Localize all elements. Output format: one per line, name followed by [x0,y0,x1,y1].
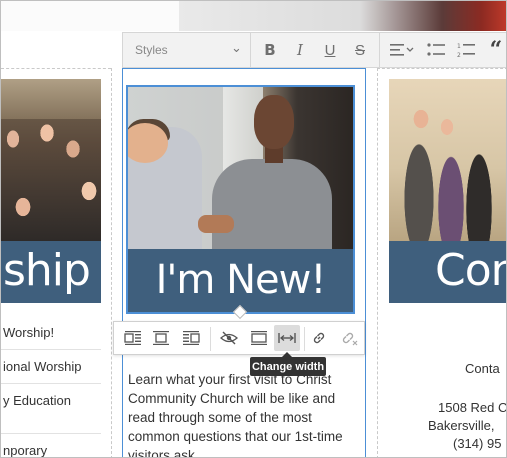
menu-divider [1,433,101,434]
menu-divider [1,383,101,384]
column-guide-left [111,68,112,457]
italic-icon: I [297,41,303,59]
unlink-icon [342,332,358,346]
hero-background [1,1,179,31]
menu-item-traditional-worship[interactable]: ional Worship [3,359,82,374]
change-width-tooltip: Change width [250,357,326,376]
phone-line: (314) 95 [453,436,502,451]
numbered-list-icon: 1 2 [457,43,475,58]
bulleted-list-button[interactable] [421,33,451,67]
toolbar-divider [379,33,380,67]
svg-text:2: 2 [457,52,461,58]
worship-banner: ship [1,241,101,303]
bold-button[interactable]: B [255,33,285,67]
image-toolbar [113,321,365,355]
hide-image-button[interactable] [216,325,242,351]
column-guide-top-right [377,68,506,69]
styles-dropdown-label: Styles [135,43,168,57]
image-align-right-icon [183,331,200,345]
menu-divider [1,349,101,350]
image-toolbar-divider [304,327,305,351]
link-button[interactable] [306,325,332,351]
body-paragraph[interactable]: Learn what your first visit to Christ Co… [128,370,360,457]
column-guide-top-left [1,68,111,69]
image-align-center-icon [153,331,169,345]
italic-button[interactable]: I [285,33,315,67]
connect-banner: Con [389,241,506,303]
underline-button[interactable]: U [315,33,345,67]
svg-text:1: 1 [457,43,461,50]
new-visitor-photo[interactable] [128,87,353,249]
change-width-button[interactable] [274,325,300,351]
worship-photo[interactable] [1,79,101,241]
image-full-width-icon [251,331,267,345]
menu-item-education[interactable]: y Education [3,393,71,408]
image-toolbar-divider [210,327,211,351]
align-right-wrap-button[interactable] [178,325,204,351]
worship-banner-text: ship [3,245,91,296]
hero-image-strip [179,1,506,31]
blockquote-icon: “ [489,37,503,63]
address-line: 1508 Red C [438,400,507,415]
format-toolbar: Styles ⌄ B I U S 1 2 “ [122,32,506,68]
menu-item-contemporary[interactable]: nporary [3,443,47,457]
city-line: Bakersville, [428,418,495,433]
column-guide-right [377,68,378,457]
chevron-down-icon: ⌄ [231,40,242,55]
unlink-button[interactable] [336,325,362,351]
connect-banner-text: Con [435,245,506,296]
align-center-button[interactable] [148,325,174,351]
blockquote-button[interactable]: “ [481,33,506,67]
align-left-icon [390,44,414,56]
editor-canvas: ship Worship! ional Worship y Education … [0,0,507,458]
align-dropdown[interactable] [385,33,419,67]
resize-width-icon [278,333,296,343]
strikethrough-button[interactable]: S [345,33,375,67]
align-left-wrap-button[interactable] [120,325,146,351]
contact-heading: Conta [465,361,500,376]
menu-item-worship[interactable]: Worship! [3,325,54,340]
underline-icon: U [324,41,336,59]
bold-icon: B [264,41,276,59]
connect-photo[interactable] [389,79,506,241]
im-new-banner-text: I'm New! [155,257,327,303]
strikethrough-icon: S [354,41,365,59]
numbered-list-button[interactable]: 1 2 [451,33,481,67]
im-new-banner: I'm New! [128,249,353,312]
bulleted-list-icon [427,43,445,56]
image-align-left-icon [124,331,141,345]
eye-slash-icon [220,331,238,345]
styles-dropdown[interactable]: Styles ⌄ [123,33,251,67]
link-icon [313,332,325,344]
full-width-button[interactable] [246,325,272,351]
